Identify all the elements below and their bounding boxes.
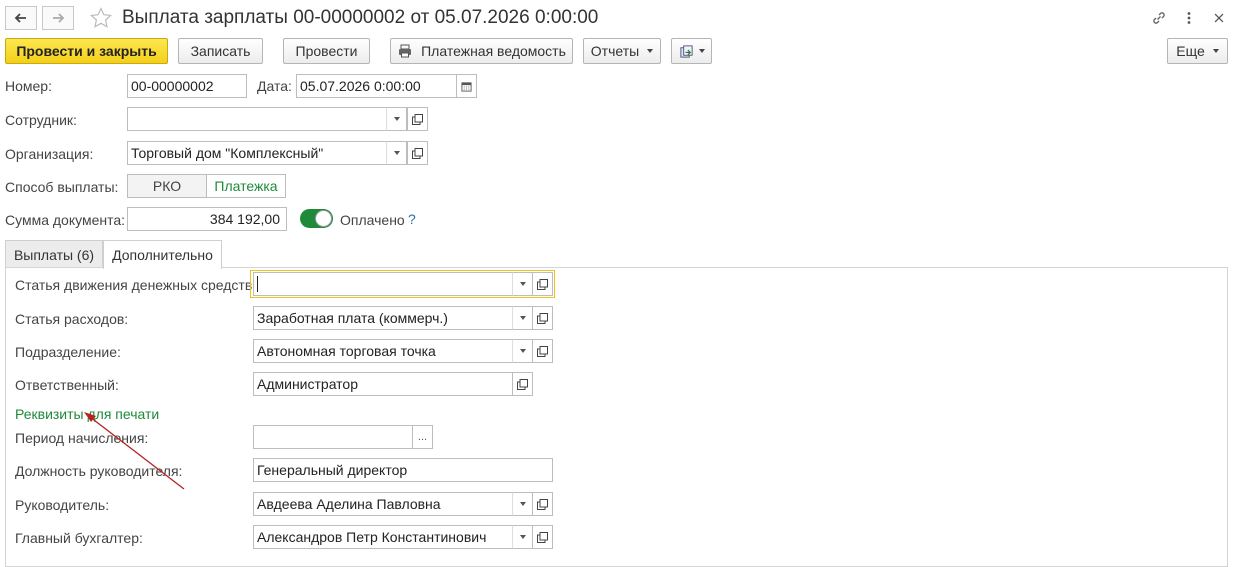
accrual-period-input[interactable] xyxy=(253,425,413,449)
organization-label: Организация: xyxy=(5,146,94,162)
head-position-input[interactable]: Генеральный директор xyxy=(253,458,553,482)
head-input[interactable]: Авдеева Аделина Павловна xyxy=(253,492,513,516)
responsible-open-button[interactable] xyxy=(512,372,533,396)
tab-additional[interactable]: Дополнительно xyxy=(103,240,222,269)
responsible-label: Ответственный: xyxy=(15,377,119,393)
payroll-statement-label: Платежная ведомость xyxy=(421,43,566,59)
chevron-down-icon xyxy=(519,535,526,539)
responsible-input[interactable]: Администратор xyxy=(253,372,513,396)
chevron-down-icon xyxy=(393,151,400,155)
organization-dropdown-button[interactable] xyxy=(386,141,407,165)
organization-input[interactable]: Торговый дом "Комплексный" xyxy=(127,141,387,165)
open-window-icon xyxy=(537,312,548,324)
open-window-icon xyxy=(537,278,548,290)
accrual-period-label: Период начисления: xyxy=(15,430,149,446)
open-window-icon xyxy=(537,498,548,510)
document-sum-input[interactable]: 384 192,00 xyxy=(127,207,287,231)
chief-accountant-input[interactable]: Александров Петр Константинович xyxy=(253,525,513,549)
payment-option-platezhka[interactable]: Платежка xyxy=(206,174,286,198)
more-vertical-icon[interactable] xyxy=(1179,8,1199,28)
department-dropdown-button[interactable] xyxy=(512,339,533,363)
payment-option-rko[interactable]: РКО xyxy=(127,174,207,198)
department-input[interactable]: Автономная торговая точка xyxy=(253,339,513,363)
expense-item-input[interactable]: Заработная плата (коммерч.) xyxy=(253,306,513,330)
page-title: Выплата зарплаты 00-00000002 от 05.07.20… xyxy=(122,7,599,28)
paid-toggle[interactable] xyxy=(300,209,333,228)
payment-method-label: Способ выплаты: xyxy=(5,179,119,195)
cashflow-item-label: Статья движения денежных средств: xyxy=(15,277,257,293)
reports-label: Отчеты xyxy=(590,43,640,59)
post-button[interactable]: Провести xyxy=(283,38,370,64)
printer-icon xyxy=(399,44,412,58)
chevron-down-icon xyxy=(393,117,400,121)
chevron-down-icon xyxy=(647,49,654,53)
link-icon[interactable] xyxy=(1149,8,1169,28)
organization-open-button[interactable] xyxy=(407,141,428,165)
reports-dropdown[interactable]: Отчеты xyxy=(583,38,661,64)
chevron-down-icon xyxy=(519,502,526,506)
text-cursor xyxy=(257,276,258,292)
more-label: Еще xyxy=(1176,43,1205,59)
save-button[interactable]: Записать xyxy=(178,38,263,64)
chief-accountant-open-button[interactable] xyxy=(532,525,553,549)
number-input[interactable]: 00-00000002 xyxy=(127,74,247,98)
post-and-close-button[interactable]: Провести и закрыть xyxy=(5,38,168,64)
open-window-icon xyxy=(412,113,423,125)
expense-dropdown-button[interactable] xyxy=(512,306,533,330)
back-button[interactable] xyxy=(5,6,37,30)
cashflow-open-button[interactable] xyxy=(532,272,553,296)
department-label: Подразделение: xyxy=(15,344,121,360)
chevron-down-icon xyxy=(519,349,526,353)
open-window-icon xyxy=(537,531,548,543)
arrow-right-icon xyxy=(53,13,65,23)
cashflow-item-input[interactable] xyxy=(253,272,513,296)
calendar-button[interactable] xyxy=(456,74,477,98)
open-window-icon xyxy=(537,345,548,357)
number-label: Номер: xyxy=(5,78,52,94)
employee-dropdown-button[interactable] xyxy=(386,107,407,131)
calendar-icon xyxy=(461,81,472,92)
employee-open-button[interactable] xyxy=(407,107,428,131)
help-icon[interactable]: ? xyxy=(408,210,416,228)
document-sum-label: Сумма документа: xyxy=(5,212,126,228)
date-label: Дата: xyxy=(257,78,292,94)
department-open-button[interactable] xyxy=(532,339,553,363)
arrow-left-icon xyxy=(14,13,26,23)
expense-open-button[interactable] xyxy=(532,306,553,330)
open-window-icon xyxy=(412,147,423,159)
chevron-down-icon xyxy=(519,282,526,286)
chevron-down-icon xyxy=(1212,49,1219,53)
tab-payments[interactable]: Выплаты (6) xyxy=(5,240,103,268)
close-icon[interactable] xyxy=(1209,8,1229,28)
employee-label: Сотрудник: xyxy=(5,112,77,128)
print-details-link[interactable]: Реквизиты для печати xyxy=(15,405,159,423)
head-position-label: Должность руководителя: xyxy=(15,463,183,479)
head-dropdown-button[interactable] xyxy=(512,492,533,516)
employee-input[interactable] xyxy=(127,107,387,131)
create-based-on-dropdown[interactable] xyxy=(671,38,712,64)
cashflow-dropdown-button[interactable] xyxy=(512,272,533,296)
more-actions-dropdown[interactable]: Еще xyxy=(1167,38,1228,64)
paid-label: Оплачено xyxy=(340,212,405,228)
period-select-button[interactable]: ... xyxy=(412,425,433,449)
tab-panel-additional xyxy=(5,267,1228,567)
favorite-star-icon[interactable] xyxy=(89,6,113,30)
chief-accountant-dropdown-button[interactable] xyxy=(512,525,533,549)
date-input[interactable]: 05.07.2026 0:00:00 xyxy=(296,74,457,98)
expense-item-label: Статья расходов: xyxy=(15,311,129,327)
chief-accountant-label: Главный бухгалтер: xyxy=(15,530,143,546)
payroll-statement-button[interactable]: Платежная ведомость xyxy=(390,38,573,64)
head-label: Руководитель: xyxy=(15,497,110,513)
forward-button[interactable] xyxy=(42,6,74,30)
chevron-down-icon xyxy=(519,316,526,320)
head-open-button[interactable] xyxy=(532,492,553,516)
open-window-icon xyxy=(517,378,528,390)
chevron-down-icon xyxy=(698,49,705,53)
documents-icon xyxy=(679,44,693,58)
